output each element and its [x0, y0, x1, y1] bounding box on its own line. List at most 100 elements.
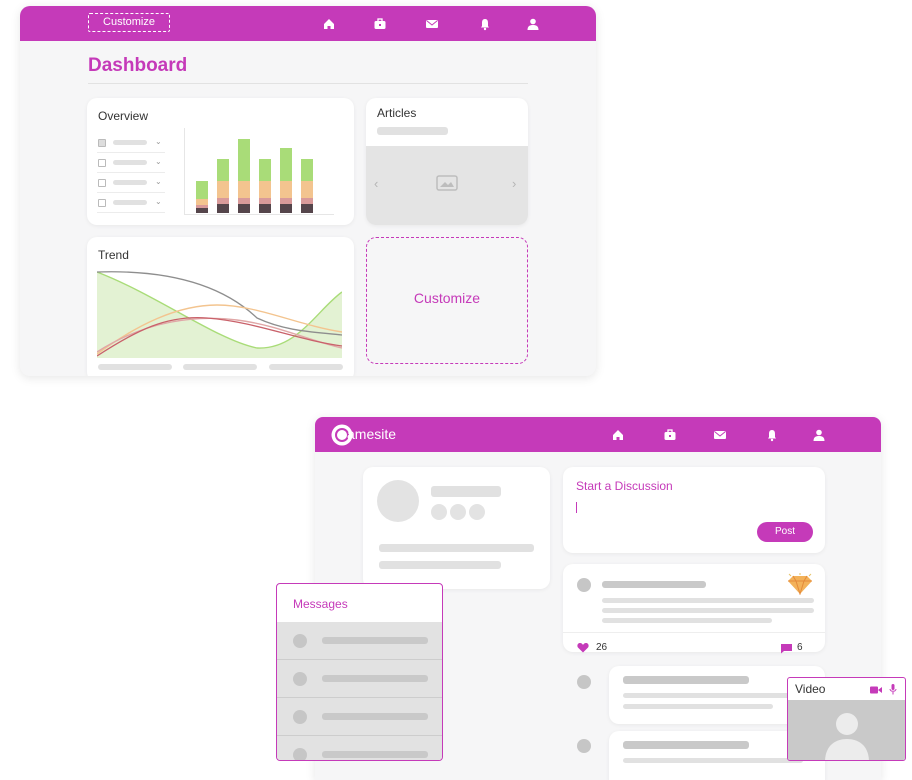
trend-line-chart: [97, 271, 342, 358]
profile-badge: [450, 504, 466, 520]
chevron-down-icon[interactable]: ⌄: [155, 137, 162, 146]
reply-avatar[interactable]: [577, 739, 591, 753]
checkbox[interactable]: [98, 199, 106, 207]
video-title: Video: [795, 682, 826, 696]
filter-item[interactable]: ⌄: [97, 174, 165, 193]
message-avatar: [293, 634, 307, 648]
reply-text-placeholder: [623, 758, 803, 763]
briefcase-icon[interactable]: [663, 428, 677, 442]
trend-legend-placeholder: [183, 364, 257, 370]
home-icon[interactable]: [611, 428, 625, 442]
bar: [280, 148, 292, 213]
logo-text: amesite: [347, 426, 397, 442]
message-text-placeholder: [322, 751, 428, 758]
video-panel: Video: [787, 677, 906, 761]
title-divider: [88, 83, 528, 84]
filter-item[interactable]: ⌄: [97, 154, 165, 173]
profile-badge: [431, 504, 447, 520]
user-icon[interactable]: [526, 17, 540, 31]
checkbox[interactable]: [98, 159, 106, 167]
post-author-placeholder: [602, 581, 706, 588]
message-text-placeholder: [322, 675, 428, 682]
discussion-title: Start a Discussion: [576, 479, 673, 493]
post-card: [563, 564, 825, 652]
video-feed[interactable]: [788, 700, 905, 760]
customize-widget-slot[interactable]: Customize: [366, 237, 528, 364]
mail-icon[interactable]: [425, 17, 439, 31]
post-text-placeholder: [602, 608, 814, 613]
overview-bar-chart: [184, 128, 334, 216]
chevron-down-icon[interactable]: ⌄: [155, 157, 162, 166]
discussion-card: Start a Discussion Post: [563, 467, 825, 553]
trend-legend-placeholder: [269, 364, 343, 370]
message-row[interactable]: [277, 736, 442, 760]
comments-count: 6: [797, 642, 803, 653]
chevron-down-icon[interactable]: ⌄: [155, 177, 162, 186]
bar: [259, 159, 271, 213]
customize-slot-label: Customize: [413, 290, 481, 306]
overview-card: Overview ⌄ ⌄ ⌄ ⌄: [87, 98, 354, 225]
mail-icon[interactable]: [713, 428, 727, 442]
post-text-placeholder: [602, 598, 814, 603]
message-avatar: [293, 710, 307, 724]
message-row[interactable]: [277, 698, 442, 736]
filter-item[interactable]: ⌄: [97, 194, 165, 213]
articles-card: Articles ‹ ›: [366, 98, 528, 225]
text-cursor: [576, 502, 577, 513]
chevron-down-icon[interactable]: ⌄: [155, 197, 162, 206]
dashboard-window: Customize Dashboard Overview ⌄ ⌄ ⌄ ⌄ Art…: [20, 6, 596, 376]
message-avatar: [293, 672, 307, 686]
post-avatar[interactable]: [577, 578, 591, 592]
reply-author-placeholder: [623, 741, 749, 749]
reply-avatar[interactable]: [577, 675, 591, 689]
checkbox[interactable]: [98, 179, 106, 187]
profile-name-placeholder: [431, 486, 501, 497]
chart-x-axis: [184, 214, 334, 215]
profile-card: [363, 467, 550, 589]
bell-icon[interactable]: [478, 17, 492, 31]
bar: [217, 159, 229, 213]
trend-legend-placeholder: [98, 364, 172, 370]
discussion-input[interactable]: [576, 501, 806, 515]
customize-button[interactable]: Customize: [88, 13, 170, 32]
message-row[interactable]: [277, 622, 442, 660]
filter-label-placeholder: [113, 200, 147, 205]
message-avatar: [293, 748, 307, 760]
comment-icon[interactable]: [780, 643, 793, 654]
camera-icon[interactable]: [870, 686, 882, 694]
person-silhouette-icon: [825, 713, 869, 760]
briefcase-icon[interactable]: [373, 17, 387, 31]
filter-label-placeholder: [113, 140, 147, 145]
chart-y-axis: [184, 128, 185, 214]
post-actions-divider: [563, 632, 825, 633]
post-button[interactable]: Post: [757, 522, 813, 542]
home-icon[interactable]: [322, 17, 336, 31]
filter-item[interactable]: ⌄: [97, 134, 165, 153]
reply-text-placeholder: [623, 693, 803, 698]
article-carousel: ‹ ›: [366, 146, 528, 225]
bell-icon[interactable]: [765, 428, 779, 442]
profile-badge: [469, 504, 485, 520]
trend-card: Trend: [87, 237, 354, 376]
message-text-placeholder: [322, 713, 428, 720]
checkbox[interactable]: [98, 139, 106, 147]
heart-icon[interactable]: [577, 642, 589, 653]
microphone-icon[interactable]: [889, 684, 897, 695]
post-text-placeholder: [602, 618, 772, 623]
overview-title: Overview: [98, 109, 149, 123]
user-icon[interactable]: [812, 428, 826, 442]
customize-button-label: Customize: [103, 16, 155, 28]
likes-count: 26: [596, 642, 608, 653]
filter-label-placeholder: [113, 160, 147, 165]
chevron-right-icon[interactable]: ›: [512, 176, 516, 191]
message-row[interactable]: [277, 660, 442, 698]
image-icon: [436, 175, 458, 191]
filter-label-placeholder: [113, 180, 147, 185]
profile-text-placeholder: [379, 561, 501, 569]
social-topbar: amesite: [315, 417, 881, 452]
avatar[interactable]: [377, 480, 419, 522]
reply-text-placeholder: [623, 704, 773, 709]
dashboard-topbar: Customize: [20, 6, 596, 41]
chevron-left-icon[interactable]: ‹: [374, 176, 378, 191]
reply-author-placeholder: [623, 676, 749, 684]
